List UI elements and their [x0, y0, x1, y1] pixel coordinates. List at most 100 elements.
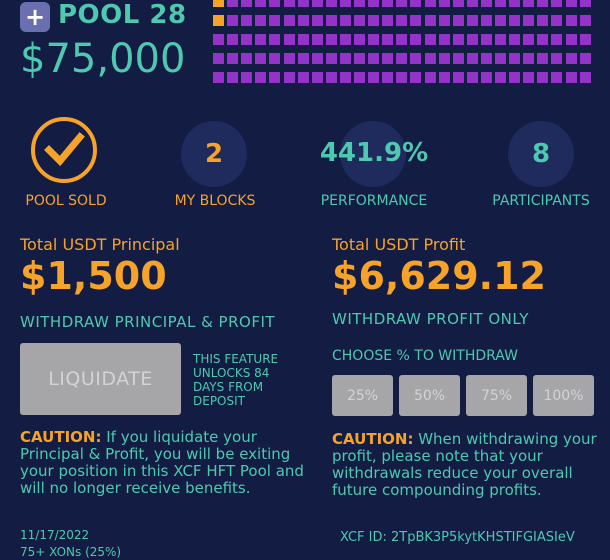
- pool-sold-check-icon: [31, 117, 97, 183]
- pool-block: [495, 34, 506, 45]
- pool-block: [466, 15, 478, 26]
- pool-block: [537, 34, 549, 45]
- pool-block: [368, 15, 380, 26]
- pool-block: [255, 0, 267, 7]
- principal-heading: Total USDT Principal: [20, 235, 180, 254]
- pool-block: [227, 15, 239, 26]
- pool-block: [579, 15, 591, 26]
- pool-block: [495, 72, 506, 83]
- pool-block: [452, 72, 464, 83]
- pool-block: [424, 53, 436, 64]
- liquidate-button[interactable]: LIQUIDATE: [20, 343, 181, 415]
- pool-block: [241, 72, 253, 83]
- pool-block: [213, 34, 224, 45]
- pool-block: [551, 34, 563, 45]
- pool-blocks-grid: [213, 0, 595, 90]
- principal-amount: $1,500: [20, 254, 167, 298]
- pool-logo: +: [20, 2, 50, 32]
- pool-block: [523, 0, 535, 7]
- pool-block: [495, 53, 506, 64]
- pool-block: [509, 72, 521, 83]
- pool-block: [255, 34, 267, 45]
- pool-block: [382, 15, 394, 26]
- choose-percent-label: CHOOSE % TO WITHDRAW: [332, 348, 518, 364]
- pool-block: [438, 53, 450, 64]
- pool-block: [339, 53, 351, 64]
- pool-block: [283, 34, 295, 45]
- pool-block: [311, 53, 323, 64]
- pool-block: [255, 15, 267, 26]
- pool-block: [269, 0, 281, 7]
- pool-block: [339, 0, 351, 7]
- pool-block: [354, 72, 365, 83]
- pool-block: [565, 53, 577, 64]
- pool-block: [213, 53, 224, 64]
- pool-block: [255, 72, 267, 83]
- pool-block: [466, 0, 478, 7]
- percent-25-button[interactable]: 25%: [332, 375, 393, 416]
- pool-block: [354, 15, 365, 26]
- pool-block: [438, 34, 450, 45]
- feature-unlock-note: THIS FEATURE UNLOCKS 84 DAYS FROM DEPOSI…: [193, 352, 279, 408]
- pool-block: [410, 72, 422, 83]
- pool-block: [325, 53, 337, 64]
- pool-block: [354, 53, 365, 64]
- pool-block: [466, 53, 478, 64]
- deposit-date: 11/17/2022: [20, 528, 90, 542]
- caution-title: CAUTION:: [332, 430, 414, 448]
- pool-block: [396, 53, 408, 64]
- pool-block: [339, 72, 351, 83]
- pool-block: [551, 53, 563, 64]
- pool-block: [396, 0, 408, 7]
- pool-block: [523, 72, 535, 83]
- percent-100-button[interactable]: 100%: [533, 375, 594, 416]
- pool-block: [269, 53, 281, 64]
- pool-block: [509, 53, 521, 64]
- pool-block: [297, 72, 309, 83]
- pool-block: [396, 34, 408, 45]
- pool-block: [227, 0, 239, 7]
- pool-block: [241, 0, 253, 7]
- pool-block: [537, 72, 549, 83]
- pool-block: [480, 53, 492, 64]
- pool-block: [438, 15, 450, 26]
- pool-block: [579, 0, 591, 7]
- pool-block: [269, 34, 281, 45]
- pool-block: [325, 15, 337, 26]
- pool-block: [396, 15, 408, 26]
- pool-block: [368, 0, 380, 7]
- pool-block: [241, 15, 253, 26]
- pool-block: [523, 53, 535, 64]
- pool-block: [480, 15, 492, 26]
- pool-block: [438, 72, 450, 83]
- pool-block: [480, 0, 492, 7]
- pool-block: [269, 15, 281, 26]
- pool-block: [424, 15, 436, 26]
- pool-block: [495, 15, 506, 26]
- pool-block: [213, 15, 224, 26]
- pool-block: [297, 34, 309, 45]
- pool-block: [382, 53, 394, 64]
- pool-block: [410, 15, 422, 26]
- pool-block: [339, 15, 351, 26]
- pool-block: [396, 72, 408, 83]
- pool-block: [438, 0, 450, 7]
- pool-block: [452, 34, 464, 45]
- pool-sold-label: POOL SOLD: [25, 193, 107, 209]
- pool-block: [565, 34, 577, 45]
- percent-50-button[interactable]: 50%: [399, 375, 460, 416]
- pool-block: [452, 0, 464, 7]
- pool-block: [424, 0, 436, 7]
- percent-75-button[interactable]: 75%: [466, 375, 527, 416]
- pool-block: [368, 34, 380, 45]
- pool-block: [565, 72, 577, 83]
- pool-block: [480, 34, 492, 45]
- principal-caution: CAUTION: If you liquidate your Principal…: [20, 429, 310, 497]
- pool-block: [339, 34, 351, 45]
- pool-block: [424, 72, 436, 83]
- participants-label: PARTICIPANTS: [492, 193, 590, 209]
- pool-block: [325, 0, 337, 7]
- pool-block: [255, 53, 267, 64]
- my-blocks-label: MY BLOCKS: [174, 193, 256, 209]
- pool-block: [480, 72, 492, 83]
